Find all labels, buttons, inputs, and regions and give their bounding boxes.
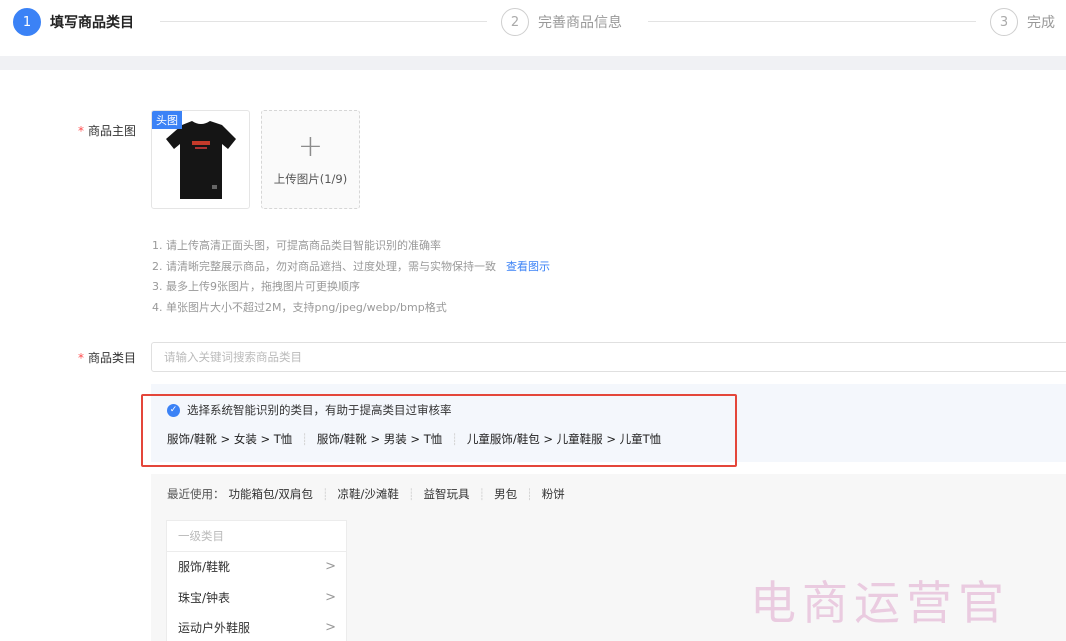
step-3: 3 完成 bbox=[990, 7, 1055, 37]
category-item[interactable]: 服饰/鞋靴 > bbox=[167, 552, 346, 583]
steps-bar: 1 填写商品类目 2 完善商品信息 3 完成 bbox=[0, 0, 1066, 44]
upload-label: 上传图片(1/9) bbox=[273, 172, 348, 186]
highlight-annotation bbox=[141, 394, 737, 467]
recent-categories: 最近使用： 功能箱包/双肩包 ┊ 凉鞋/沙滩鞋 ┊ 益智玩具 ┊ 男包 ┊ 粉饼 bbox=[167, 486, 565, 502]
tip-line: 2. 请清晰完整展示商品，勿对商品遮挡、过度处理，需与实物保持一致 查看图示 bbox=[152, 259, 550, 273]
level1-category-list: 一级类目 服饰/鞋靴 > 珠宝/钟表 > 运动户外鞋服 > bbox=[166, 520, 347, 641]
upload-tips: 1. 请上传高清正面头图，可提高商品类目智能识别的准确率 2. 请清晰完整展示商… bbox=[152, 236, 550, 318]
upload-image-button[interactable]: + 上传图片(1/9) bbox=[261, 110, 360, 209]
recent-label: 最近使用： bbox=[167, 487, 225, 501]
category-search-input[interactable] bbox=[151, 342, 1066, 372]
section-divider bbox=[0, 56, 1066, 70]
step-1: 1 填写商品类目 bbox=[13, 7, 134, 37]
step-2-label: 完善商品信息 bbox=[538, 15, 622, 31]
step-connector bbox=[648, 21, 976, 22]
required-asterisk: * bbox=[78, 351, 84, 365]
step-1-number: 1 bbox=[13, 8, 41, 36]
cover-tag: 头图 bbox=[152, 111, 182, 129]
separator: ┊ bbox=[407, 487, 415, 501]
recent-category[interactable]: 男包 bbox=[494, 486, 517, 502]
recent-category[interactable]: 益智玩具 bbox=[424, 486, 470, 502]
watermark: 电商运营官 bbox=[750, 576, 1010, 630]
step-2: 2 完善商品信息 bbox=[501, 7, 622, 37]
separator: ┊ bbox=[526, 487, 533, 501]
step-1-label: 填写商品类目 bbox=[50, 15, 134, 31]
category-label: * 商品类目 bbox=[78, 351, 137, 365]
step-connector bbox=[160, 21, 487, 22]
separator: ┊ bbox=[321, 487, 329, 501]
main-image-label: * 商品主图 bbox=[78, 124, 137, 138]
recent-category[interactable]: 粉饼 bbox=[542, 486, 565, 502]
tip-line: 4. 单张图片大小不超过2M，支持png/jpeg/webp/bmp格式 bbox=[152, 300, 447, 314]
plus-icon: + bbox=[297, 129, 324, 164]
chevron-right-icon: > bbox=[325, 589, 336, 605]
view-example-link[interactable]: 查看图示 bbox=[506, 260, 550, 273]
step-3-number: 3 bbox=[990, 8, 1018, 36]
step-3-label: 完成 bbox=[1027, 15, 1055, 31]
required-asterisk: * bbox=[78, 124, 84, 138]
category-item[interactable]: 运动户外鞋服 > bbox=[167, 613, 346, 641]
tip-line: 1. 请上传高清正面头图，可提高商品类目智能识别的准确率 bbox=[152, 239, 441, 252]
tip-line: 3. 最多上传9张图片，拖拽图片可更换顺序 bbox=[152, 280, 360, 293]
chevron-right-icon: > bbox=[325, 620, 336, 635]
separator: ┊ bbox=[478, 487, 486, 501]
product-image-thumbnail[interactable]: 头图 bbox=[151, 110, 250, 209]
chevron-right-icon: > bbox=[325, 559, 336, 574]
recent-category[interactable]: 凉鞋/沙滩鞋 bbox=[338, 486, 399, 502]
recent-category[interactable]: 功能箱包/双肩包 bbox=[229, 486, 313, 502]
step-2-number: 2 bbox=[501, 8, 529, 36]
level1-header: 一级类目 bbox=[167, 521, 346, 552]
category-item[interactable]: 珠宝/钟表 > bbox=[167, 583, 346, 614]
